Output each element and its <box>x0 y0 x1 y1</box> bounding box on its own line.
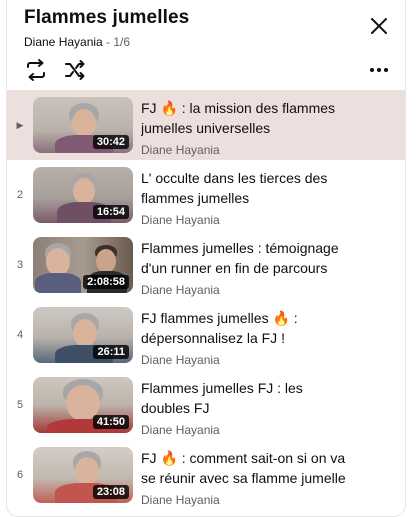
shuffle-button[interactable] <box>62 57 88 83</box>
item-index: 6 <box>16 469 24 481</box>
video-thumbnail[interactable]: 23:08 <box>33 447 133 503</box>
item-index: 4 <box>16 329 24 341</box>
video-title[interactable]: L' occulte dans les tierces des flammes … <box>141 168 351 208</box>
playlist-item[interactable]: 5 41:50 Flammes jumelles FJ : les double… <box>7 370 405 440</box>
more-options-button[interactable] <box>367 58 391 82</box>
playlist-item[interactable]: ▶ 30:42 FJ 🔥 : la mission des flammes ju… <box>7 90 405 160</box>
video-thumbnail[interactable]: 26:11 <box>33 307 133 363</box>
loop-button[interactable] <box>23 57 49 83</box>
video-channel[interactable]: Diane Hayania <box>141 423 351 437</box>
item-index: 3 <box>16 259 24 271</box>
video-title[interactable]: FJ flammes jumelles 🔥 : dépersonnalisez … <box>141 308 351 348</box>
playlist-header: Flammes jumelles Diane Hayania - 1/6 <box>7 0 405 90</box>
now-playing-indicator: ▶ <box>16 120 24 130</box>
playlist-position: - 1/6 <box>102 35 131 49</box>
item-index: 2 <box>16 189 24 201</box>
video-thumbnail[interactable]: 2:08:58 <box>33 237 133 293</box>
playlist-items: ▶ 30:42 FJ 🔥 : la mission des flammes ju… <box>7 90 405 510</box>
loop-icon <box>27 59 45 81</box>
video-thumbnail[interactable]: 16:54 <box>33 167 133 223</box>
video-title[interactable]: Flammes jumelles FJ : les doubles FJ <box>141 378 351 418</box>
video-channel[interactable]: Diane Hayania <box>141 283 351 297</box>
video-thumbnail[interactable]: 41:50 <box>33 377 133 433</box>
video-duration: 41:50 <box>92 415 129 429</box>
video-thumbnail[interactable]: 30:42 <box>33 97 133 153</box>
video-duration: 23:08 <box>92 485 129 499</box>
playlist-channel[interactable]: Diane Hayania <box>24 35 103 49</box>
playlist-item[interactable]: 6 23:08 FJ 🔥 : comment sait-on si on va … <box>7 440 405 510</box>
video-channel[interactable]: Diane Hayania <box>141 493 351 507</box>
video-channel[interactable]: Diane Hayania <box>141 143 351 157</box>
video-title[interactable]: Flammes jumelles : témoignage d'un runne… <box>141 238 351 278</box>
video-duration: 30:42 <box>92 135 129 149</box>
video-duration: 26:11 <box>93 345 129 359</box>
close-button[interactable] <box>367 14 391 38</box>
video-title[interactable]: FJ 🔥 : la mission des flammes jumelles u… <box>141 98 351 138</box>
close-icon <box>371 18 387 34</box>
playlist-item[interactable]: 4 26:11 FJ flammes jumelles 🔥 : déperson… <box>7 300 405 370</box>
shuffle-icon <box>65 60 85 80</box>
playlist-title[interactable]: Flammes jumelles <box>24 7 189 29</box>
video-channel[interactable]: Diane Hayania <box>141 213 351 227</box>
video-title[interactable]: FJ 🔥 : comment sait-on si on va se réuni… <box>141 448 351 488</box>
playlist-subtitle: Diane Hayania - 1/6 <box>24 35 130 49</box>
item-index: 5 <box>16 399 24 411</box>
more-vertical-icon <box>370 68 388 72</box>
video-channel[interactable]: Diane Hayania <box>141 353 351 367</box>
video-duration: 16:54 <box>92 205 129 219</box>
video-duration: 2:08:58 <box>83 275 129 289</box>
playlist-item[interactable]: 2 16:54 L' occulte dans les tierces des … <box>7 160 405 230</box>
playlist-item[interactable]: 3 2:08:58 Flammes jumelles : témoignage … <box>7 230 405 300</box>
playlist-panel: Flammes jumelles Diane Hayania - 1/6 ▶ 3… <box>6 0 406 517</box>
